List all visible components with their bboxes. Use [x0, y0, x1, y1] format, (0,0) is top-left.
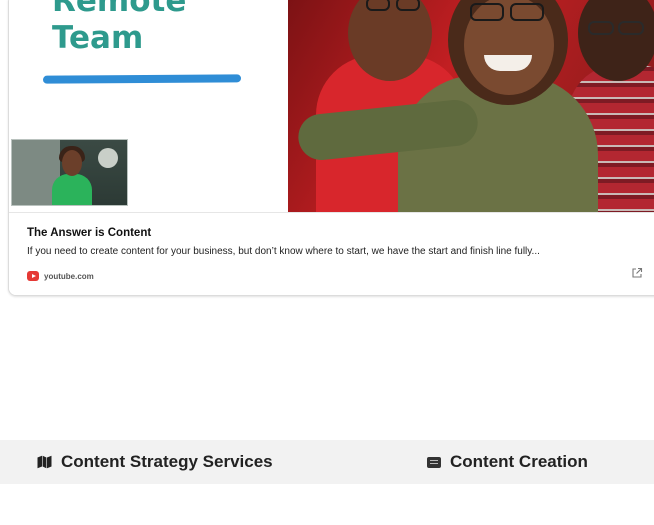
- youtube-icon: [27, 271, 39, 281]
- tab-content-creation[interactable]: Content Creation: [427, 440, 588, 484]
- source-domain: youtube.com: [44, 271, 94, 281]
- thumbnail-headline-line2: Team: [52, 20, 144, 56]
- external-link-icon[interactable]: [631, 267, 643, 279]
- video-title[interactable]: The Answer is Content: [27, 227, 151, 239]
- video-thumbnail-graphic: Remote Team: [9, 0, 288, 212]
- brush-stroke-underline: [42, 74, 242, 84]
- thumbnail-headline: Remote Team: [52, 0, 186, 57]
- map-icon: [37, 455, 52, 469]
- service-tabs: Content Strategy Services Content Creati…: [0, 440, 654, 484]
- embed-info[interactable]: The Answer is Content If you need to cre…: [9, 212, 654, 295]
- tab-content-strategy-services[interactable]: Content Strategy Services: [37, 440, 273, 484]
- presenter-inset-image: [11, 139, 128, 206]
- video-description: If you need to create content for your b…: [27, 246, 540, 257]
- source-link[interactable]: youtube.com: [27, 270, 94, 282]
- thumbnail-headline-line1: Remote: [52, 0, 187, 19]
- closed-captions-icon: [427, 456, 441, 468]
- team-selfie-photo: [288, 0, 654, 212]
- youtube-embed-card[interactable]: Remote Team The Answer is Content If you…: [8, 0, 654, 296]
- tab-label: Content Creation: [450, 452, 588, 471]
- tab-label: Content Strategy Services: [61, 452, 273, 471]
